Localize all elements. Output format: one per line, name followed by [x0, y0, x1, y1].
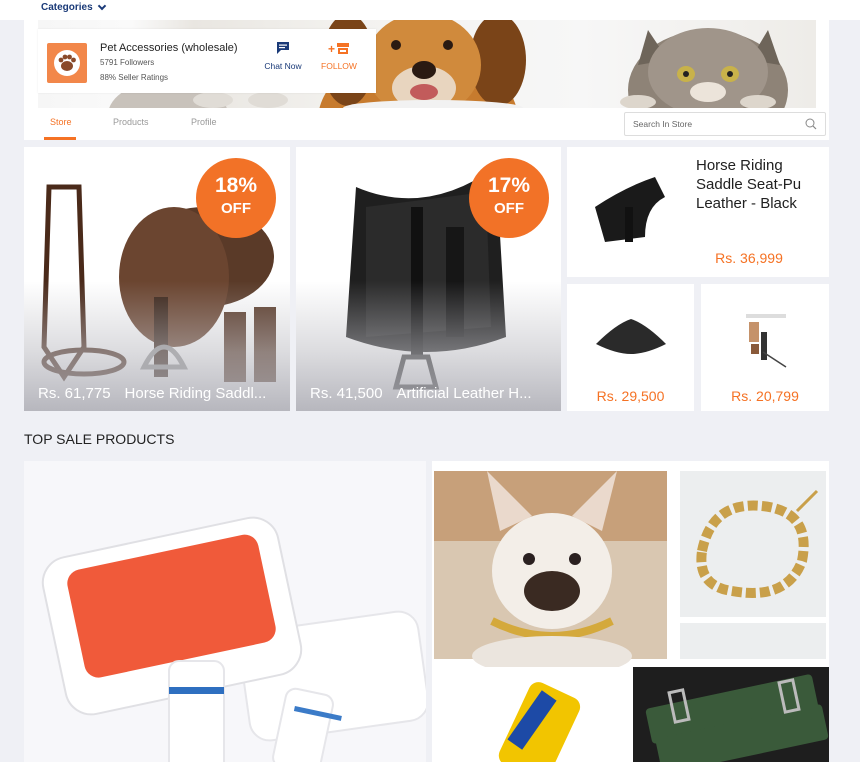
- product-image: [596, 319, 666, 354]
- chat-now-button[interactable]: Chat Now: [258, 41, 308, 71]
- product-name: Artificial Leather H...: [396, 385, 532, 402]
- followers-count: 5791 Followers: [100, 58, 155, 67]
- tab-products[interactable]: Products: [113, 117, 149, 127]
- chevron-down-icon: [97, 1, 106, 11]
- discount-off: OFF: [494, 200, 524, 217]
- discount-off: OFF: [221, 200, 251, 217]
- product-price: Rs. 20,799: [731, 388, 799, 404]
- collage-images: [432, 461, 829, 762]
- top-sale-product-card[interactable]: [24, 461, 426, 762]
- store-icon: [337, 43, 349, 54]
- follow-button[interactable]: + FOLLOW: [316, 41, 362, 72]
- product-price: Rs. 41,500: [310, 385, 383, 402]
- search-icon[interactable]: [805, 118, 817, 130]
- section-title: TOP SALE PRODUCTS: [24, 431, 175, 447]
- store-logo: [47, 43, 87, 83]
- discount-badge: 18% OFF: [196, 158, 276, 238]
- product-card[interactable]: Horse Riding Saddle Seat-Pu Leather - Bl…: [567, 147, 829, 277]
- top-bar: Categories: [0, 0, 860, 20]
- search-input[interactable]: [633, 117, 803, 131]
- chat-icon: [277, 42, 289, 54]
- product-card[interactable]: Rs. 20,799: [701, 284, 829, 411]
- discount-percent: 18%: [214, 174, 258, 197]
- product-title: Horse Riding Saddle Seat-Pu Leather - Bl…: [696, 157, 802, 212]
- paw-icon: [54, 50, 80, 76]
- tab-profile[interactable]: Profile: [191, 117, 217, 127]
- product-caption: Rs. 41,500 Artificial Leather H...: [310, 385, 532, 402]
- active-tab-indicator: [44, 137, 76, 140]
- store-search: [624, 112, 826, 136]
- store-info-card: Pet Accessories (wholesale) 5791 Followe…: [38, 29, 376, 93]
- product-price: Rs. 36,999: [715, 250, 783, 266]
- chat-now-label: Chat Now: [264, 61, 302, 71]
- discount-percent: 17%: [487, 174, 531, 197]
- product-image: [24, 461, 426, 762]
- product-image: [746, 314, 787, 368]
- tab-store[interactable]: Store: [50, 117, 72, 127]
- product-price: Rs. 61,775: [38, 385, 111, 402]
- product-caption: Rs. 61,775 Horse Riding Saddl...: [38, 385, 266, 402]
- follow-label: FOLLOW: [321, 61, 357, 71]
- product-card[interactable]: 18% OFF Rs. 61,775 Horse Riding Saddl...: [24, 147, 290, 411]
- store-name[interactable]: Pet Accessories (wholesale): [100, 42, 238, 54]
- product-card[interactable]: 17% OFF Rs. 41,500 Artificial Leather H..…: [296, 147, 561, 411]
- product-card[interactable]: Rs. 29,500: [567, 284, 694, 411]
- product-name: Horse Riding Saddl...: [124, 385, 267, 402]
- categories-menu[interactable]: Categories: [41, 1, 106, 13]
- store-tabs: Store Products Profile: [24, 108, 829, 140]
- store-header: Pet Accessories (wholesale) 5791 Followe…: [24, 20, 829, 140]
- product-price: Rs. 29,500: [596, 388, 665, 404]
- seller-ratings: 88% Seller Ratings: [100, 73, 169, 82]
- categories-label: Categories: [41, 2, 93, 13]
- plus-icon: +: [327, 41, 335, 56]
- product-image: [595, 177, 665, 242]
- discount-badge: 17% OFF: [469, 158, 549, 238]
- top-sale-collage: [432, 461, 829, 762]
